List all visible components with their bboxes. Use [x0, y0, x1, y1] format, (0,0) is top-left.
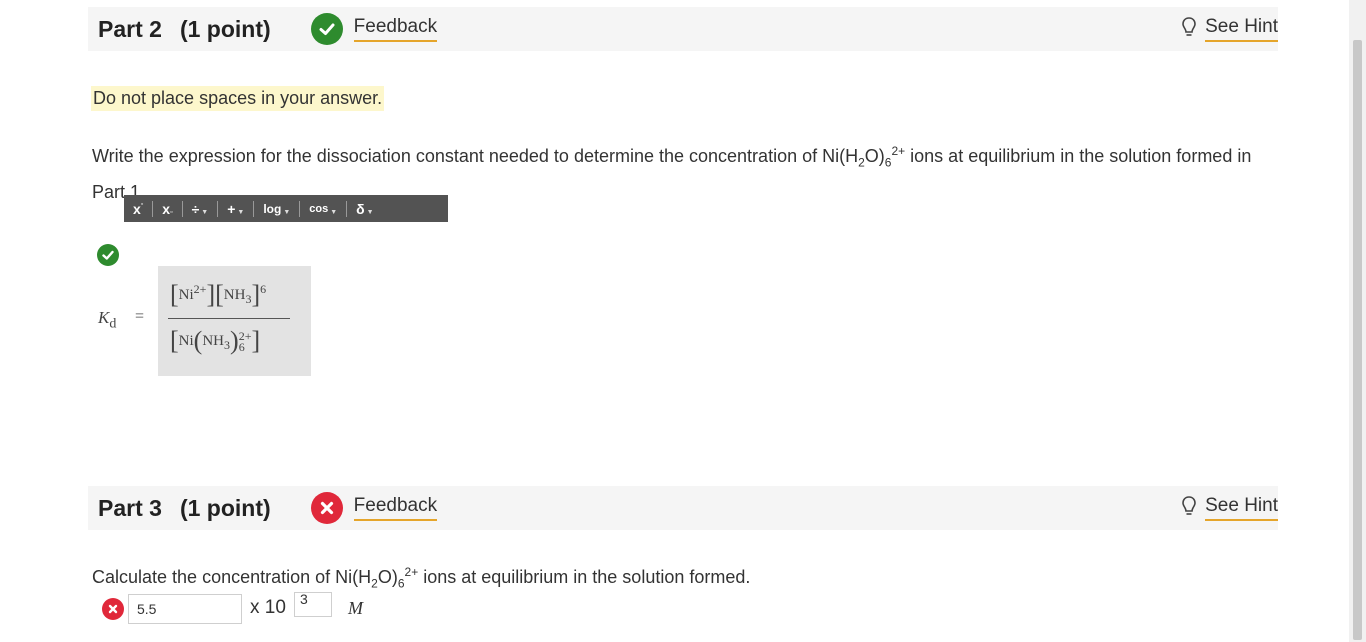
unit-label: M [348, 598, 363, 618]
exponent-input[interactable]: 3 [294, 592, 332, 617]
part3-header: Part 3 (1 point) Feedback See Hint [88, 486, 1278, 530]
part2-header: Part 2 (1 point) Feedback See Hint [88, 7, 1278, 51]
subscript-button[interactable]: x ▫ [153, 195, 181, 222]
fraction-numerator: [Ni2+][NH3]6 [170, 280, 267, 309]
part3-points: (1 point) [179, 494, 271, 521]
kd-label: Kd [98, 308, 117, 332]
part2-see-hint-link[interactable]: See Hint [1205, 16, 1278, 42]
fraction-button[interactable]: ÷ ▼ [183, 195, 218, 222]
lightbulb-icon [1181, 16, 1197, 43]
operators-button[interactable]: + ▼ [218, 195, 253, 222]
page-scrollbar[interactable] [1349, 0, 1366, 642]
part2-title: Part 2 [98, 15, 162, 42]
part3-feedback-link[interactable]: Feedback [353, 495, 438, 521]
superscript-button[interactable]: x ▫ [124, 195, 152, 222]
answer-correct-icon [97, 244, 119, 266]
part2-hint[interactable]: See Hint [1181, 16, 1278, 43]
part3-question: Calculate the concentration of Ni(H2O)62… [92, 565, 751, 591]
part3-title: Part 3 [98, 494, 162, 521]
trig-button[interactable]: cos ▼ [300, 195, 346, 222]
part3-see-hint-link[interactable]: See Hint [1205, 495, 1278, 521]
part2-feedback-link[interactable]: Feedback [353, 16, 438, 42]
greek-button[interactable]: δ ▼ [347, 195, 382, 222]
part2-points: (1 point) [179, 15, 271, 42]
concentration-input[interactable]: 5.5 [128, 594, 242, 624]
fraction-bar [168, 318, 290, 319]
log-button[interactable]: log ▼ [254, 195, 299, 222]
equation-toolbar: x ▫ x ▫ ÷ ▼ + ▼ log ▼ cos ▼ δ ▼ [124, 195, 448, 222]
equals-sign: = [135, 308, 145, 325]
kd-expression-input[interactable]: [Ni2+][NH3]6 [Ni(NH3) 2+ 6] [158, 266, 311, 376]
fraction-denominator: [Ni(NH3) 2+ 6] [170, 326, 261, 355]
x-mark-icon [310, 492, 343, 524]
lightbulb-icon [1181, 495, 1197, 522]
times-ten-label: x 10 [250, 597, 286, 618]
instruction-note: Do not place spaces in your answer. [91, 86, 385, 111]
part3-hint[interactable]: See Hint [1181, 495, 1278, 522]
checkmark-icon [310, 13, 343, 45]
scrollbar-thumb[interactable] [1353, 40, 1362, 640]
answer-incorrect-icon [102, 598, 124, 620]
